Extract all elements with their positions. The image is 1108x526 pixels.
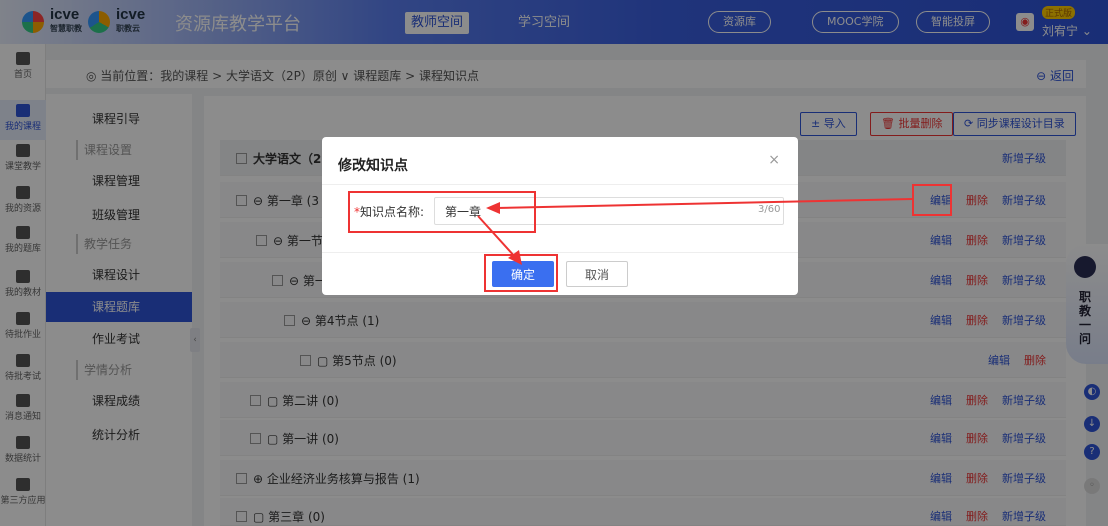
dialog-title: 修改知识点: [338, 158, 408, 174]
field-label: *知识点名称:: [354, 205, 425, 219]
cancel-button[interactable]: 取消: [566, 261, 628, 287]
close-icon[interactable]: ×: [768, 152, 780, 168]
edit-knowledge-point-dialog: 修改知识点 × *知识点名称: 3/60 确定 取消: [322, 137, 798, 295]
divider: [322, 252, 798, 253]
char-counter: 3/60: [758, 204, 781, 215]
knowledge-point-name-input[interactable]: [434, 197, 784, 225]
divider: [322, 184, 798, 185]
confirm-button[interactable]: 确定: [492, 261, 554, 287]
